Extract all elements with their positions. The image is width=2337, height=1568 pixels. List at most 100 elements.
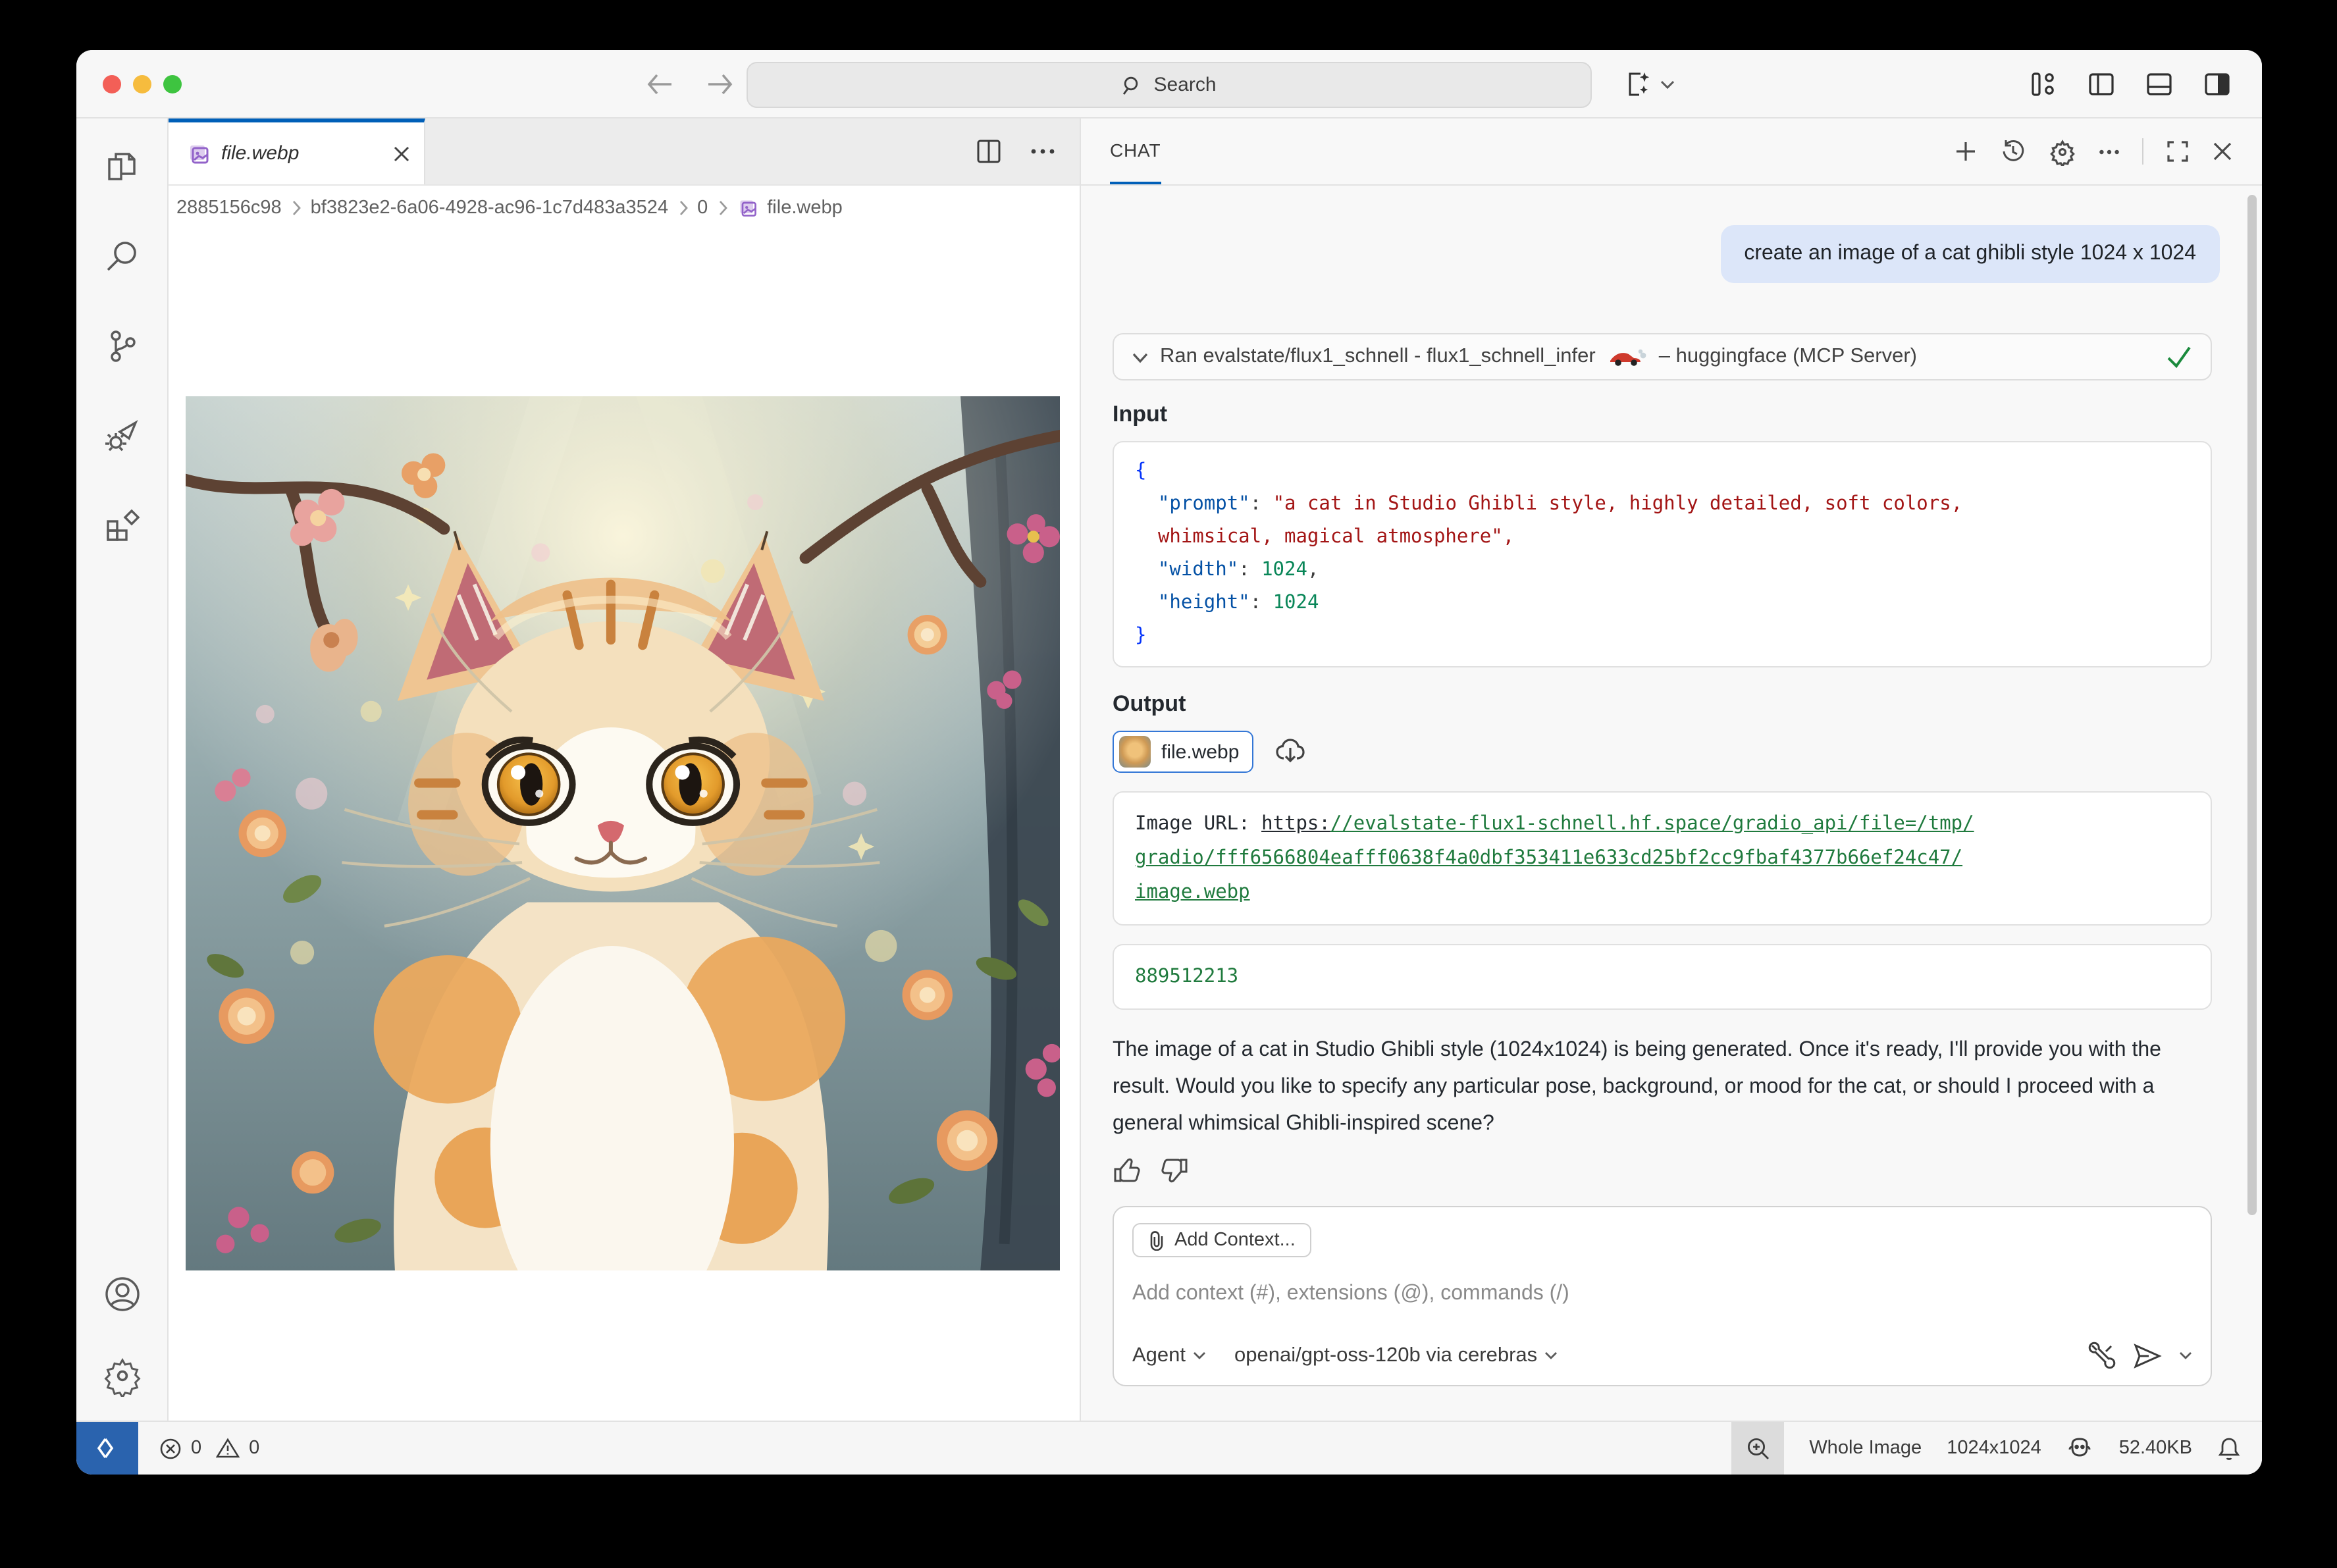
chevron-down-icon[interactable]: [1132, 351, 1148, 363]
customize-layout-icon[interactable]: [2028, 68, 2059, 99]
image-file-icon: [187, 142, 211, 165]
result-id: 889512213: [1135, 966, 1238, 987]
breadcrumb-folder[interactable]: 2885156c98: [176, 197, 282, 219]
tool-call-server: – huggingface (MCP Server): [1659, 345, 1917, 369]
chevron-down-icon[interactable]: [2179, 1351, 2192, 1360]
file-size-status[interactable]: 52.40KB: [2119, 1438, 2192, 1459]
main-area: file.webp 2885156c98 bf3823e2-6a06-4928-…: [76, 118, 2262, 1421]
tool-input-code: { "prompt": "a cat in Studio Ghibli styl…: [1113, 441, 2212, 667]
add-context-button[interactable]: Add Context...: [1132, 1223, 1311, 1257]
window-controls: [103, 74, 182, 93]
tools-icon[interactable]: [2088, 1342, 2116, 1369]
copilot-menu-button[interactable]: [1622, 68, 1675, 99]
image-url-link[interactable]: //evalstate-flux1-schnell.hf.space/gradi…: [1330, 814, 1974, 835]
status-bar-right: Whole Image 1024x1024 52.40KB: [1731, 1422, 2262, 1475]
screen: Search: [0, 0, 2337, 1568]
code-token: [1135, 494, 1158, 515]
chat-panel: CHAT create an image of a cat ghibli sty…: [1081, 118, 2262, 1421]
warnings-count: 0: [249, 1438, 259, 1459]
new-chat-icon[interactable]: [1954, 140, 1978, 163]
chat-input-placeholder[interactable]: Add context (#), extensions (@), command…: [1132, 1282, 2192, 1306]
problems-status[interactable]: 0 0: [159, 1437, 265, 1459]
thumbs-down-icon[interactable]: [1160, 1156, 1189, 1185]
chat-history-icon[interactable]: [2000, 138, 2026, 165]
chevron-right-icon: [291, 200, 302, 216]
image-url-link[interactable]: image.webp: [1135, 882, 1250, 903]
minimize-window-button[interactable]: [133, 74, 151, 93]
search-sidebar-icon[interactable]: [102, 237, 142, 276]
code-token: 1024: [1273, 592, 1319, 614]
chat-input-box[interactable]: Add Context... Add context (#), extensio…: [1113, 1206, 2212, 1386]
send-icon[interactable]: [2133, 1342, 2162, 1369]
output-section-heading: Output: [1113, 691, 2222, 718]
breadcrumb-folder[interactable]: bf3823e2-6a06-4928-ac96-1c7d483a3524: [311, 197, 668, 219]
input-section-heading: Input: [1113, 402, 2222, 428]
toggle-secondary-sidebar-icon[interactable]: [2201, 68, 2233, 99]
source-control-icon[interactable]: [102, 327, 142, 366]
tab-strip: file.webp: [169, 118, 1080, 186]
explorer-icon[interactable]: [102, 147, 142, 187]
toggle-panel-icon[interactable]: [2143, 68, 2175, 99]
download-icon[interactable]: [1274, 737, 1306, 766]
agent-mode-picker[interactable]: Agent: [1132, 1344, 1205, 1367]
close-window-button[interactable]: [103, 74, 121, 93]
tab-file-webp[interactable]: file.webp: [169, 118, 425, 184]
image-preview-editor: [169, 230, 1080, 1421]
image-url-label: Image URL:: [1135, 814, 1261, 835]
model-picker[interactable]: openai/gpt-oss-120b via cerebras: [1234, 1344, 1557, 1367]
close-tab-icon[interactable]: [392, 144, 411, 163]
close-panel-icon[interactable]: [2212, 141, 2233, 162]
code-token: :: [1238, 560, 1261, 581]
image-dimensions-status[interactable]: 1024x1024: [1947, 1438, 2041, 1459]
breadcrumb-file[interactable]: file.webp: [767, 197, 842, 219]
chevron-right-icon: [717, 200, 727, 216]
tool-call-card[interactable]: Ran evalstate/flux1_schnell - flux1_schn…: [1113, 333, 2212, 380]
run-debug-icon[interactable]: [102, 416, 142, 456]
search-input[interactable]: Search: [747, 62, 1592, 108]
account-icon[interactable]: [101, 1273, 143, 1315]
settings-gear-icon[interactable]: [101, 1355, 143, 1397]
zoom-window-button[interactable]: [163, 74, 182, 93]
zoom-in-button[interactable]: [1731, 1422, 1784, 1475]
forward-arrow-icon[interactable]: [706, 72, 735, 95]
code-token: 1024: [1261, 560, 1307, 581]
image-file-icon: [737, 197, 758, 219]
result-id-box: 889512213: [1113, 944, 2212, 1010]
image-url-link[interactable]: gradio/fff6566804eafff0638f4a0dbf353411e…: [1135, 848, 1962, 869]
extensions-icon[interactable]: [102, 506, 142, 545]
copilot-status-icon[interactable]: [2066, 1436, 2094, 1461]
title-bar: Search: [76, 50, 2262, 118]
chat-settings-gear-icon[interactable]: [2049, 138, 2076, 165]
breadcrumb-folder[interactable]: 0: [697, 197, 708, 219]
image-url-link[interactable]: https:: [1261, 814, 1330, 835]
editor-toolbar: [974, 118, 1080, 184]
feedback-row: [1113, 1156, 2222, 1185]
chat-more-actions-icon[interactable]: [2099, 148, 2120, 155]
chat-tab[interactable]: CHAT: [1110, 118, 1161, 184]
assistant-response: The image of a cat in Studio Ghibli styl…: [1113, 1032, 2222, 1143]
file-thumbnail: [1119, 736, 1151, 768]
chevron-right-icon: [677, 200, 688, 216]
output-file-chip[interactable]: file.webp: [1113, 731, 1253, 773]
image-zoom-status[interactable]: Whole Image: [1809, 1438, 1922, 1459]
more-actions-icon[interactable]: [1030, 147, 1056, 155]
code-token: [1135, 592, 1158, 614]
remote-indicator[interactable]: [76, 1422, 138, 1475]
maximize-panel-icon[interactable]: [2166, 140, 2190, 163]
chat-body: create an image of a cat ghibli style 10…: [1081, 186, 2262, 1421]
copilot-sparkle-icon: [1622, 68, 1654, 99]
thumbs-up-icon[interactable]: [1113, 1156, 1142, 1185]
status-bar: 0 0 Whole Image 1024x1024 52.40KB: [76, 1421, 2262, 1475]
chevron-down-icon: [1660, 78, 1675, 89]
chevron-down-icon: [1192, 1351, 1205, 1360]
back-arrow-icon[interactable]: [645, 72, 674, 95]
racing-car-emoji-icon: [1608, 347, 1647, 367]
toggle-primary-sidebar-icon[interactable]: [2086, 68, 2117, 99]
agent-mode-label: Agent: [1132, 1344, 1186, 1367]
split-editor-icon[interactable]: [974, 137, 1003, 166]
search-icon: [1122, 74, 1143, 95]
chat-header: CHAT: [1081, 118, 2262, 186]
chat-scrollbar[interactable]: [2247, 195, 2257, 1215]
notifications-bell-icon[interactable]: [2217, 1436, 2241, 1461]
chat-input-toolbar: Agent openai/gpt-oss-120b via cerebras: [1132, 1342, 2192, 1369]
